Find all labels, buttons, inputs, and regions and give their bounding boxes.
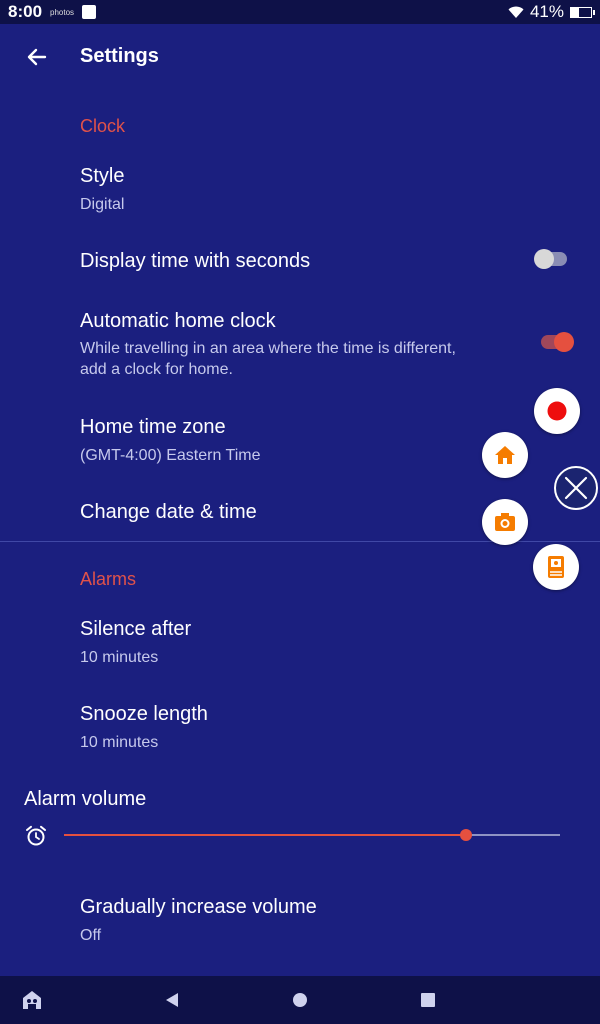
setting-snooze-length-title: Snooze length [80,703,208,725]
setting-style-title: Style [80,165,125,187]
battery-percent: 41% [529,2,564,21]
app-bar: Settings [0,24,600,90]
setting-automatic-home-clock[interactable]: Automatic home clock While travelling in… [80,310,456,380]
status-time: 8:00 [8,2,43,21]
setting-automatic-home-clock-title: Automatic home clock [80,310,276,332]
photos-notification-icon: photos [50,7,75,17]
camera-icon [495,513,515,531]
square-recents-icon [421,993,435,1007]
document-icon [548,556,564,578]
notification-icon [82,5,97,19]
setting-silence-after-value: 10 minutes [80,649,159,666]
slider-fill [64,834,466,836]
toggle-knob [534,249,554,269]
setting-display-seconds-title: Display time with seconds [80,250,311,272]
setting-gradual-title: Gradually increase volume [80,896,317,918]
desc-line-1: While travelling in an area where the ti… [80,340,456,357]
toggle-knob [554,332,574,352]
setting-home-time-zone-title: Home time zone [80,416,226,438]
alarm-volume-slider[interactable] [64,829,560,841]
setting-gradually-increase-volume[interactable]: Gradually increase volume Off [80,896,317,946]
battery-icon [570,6,595,18]
slider-thumb[interactable] [459,829,472,841]
circle-home-icon [293,993,307,1007]
setting-change-date-time[interactable]: Change date & time [80,501,257,524]
setting-silence-after[interactable]: Silence after 10 minutes [80,618,191,668]
desc-line-2: add a clock for home. [80,361,233,378]
nav-home-button[interactable] [288,988,312,1012]
setting-style[interactable]: Style Digital [80,165,124,215]
section-header-clock: Clock [80,116,126,136]
document-button[interactable] [533,544,579,590]
setting-style-value: Digital [80,196,125,213]
setting-home-time-zone[interactable]: Home time zone (GMT-4:00) Eastern Time [80,416,261,466]
alarm-clock-icon [26,825,46,846]
status-bar: 8:00 photos 41% [0,0,600,24]
alarm-volume-label: Alarm volume [24,788,147,810]
setting-gradual-value: Off [80,927,102,944]
shortcut-button[interactable] [20,988,44,1012]
record-button[interactable] [534,388,580,434]
setting-home-time-zone-value: (GMT-4:00) Eastern Time [80,447,261,464]
nav-back-button[interactable] [160,988,184,1012]
nav-recents-button[interactable] [416,988,440,1012]
setting-display-seconds[interactable]: Display time with seconds [80,250,310,273]
home-button[interactable] [482,432,528,478]
setting-automatic-home-clock-desc: While travelling in an area where the ti… [80,338,456,380]
setting-snooze-length-value: 10 minutes [80,734,159,751]
setting-snooze-length[interactable]: Snooze length 10 minutes [80,703,208,753]
house-shortcut-icon [23,991,41,1009]
page-title: Settings [80,45,159,67]
camera-button[interactable] [482,499,528,545]
setting-silence-after-title: Silence after [80,618,192,640]
triangle-back-icon [166,993,178,1007]
back-arrow-icon[interactable] [24,44,50,70]
section-header-alarms: Alarms [80,569,137,589]
display-seconds-toggle[interactable] [534,249,567,269]
navigation-bar [0,976,600,1024]
wifi-icon [508,6,524,18]
automatic-home-clock-toggle[interactable] [541,332,574,352]
close-icon [564,476,588,500]
close-button[interactable] [554,466,598,510]
setting-change-date-time-title: Change date & time [80,501,257,523]
record-icon [547,401,567,421]
home-icon [495,446,515,464]
